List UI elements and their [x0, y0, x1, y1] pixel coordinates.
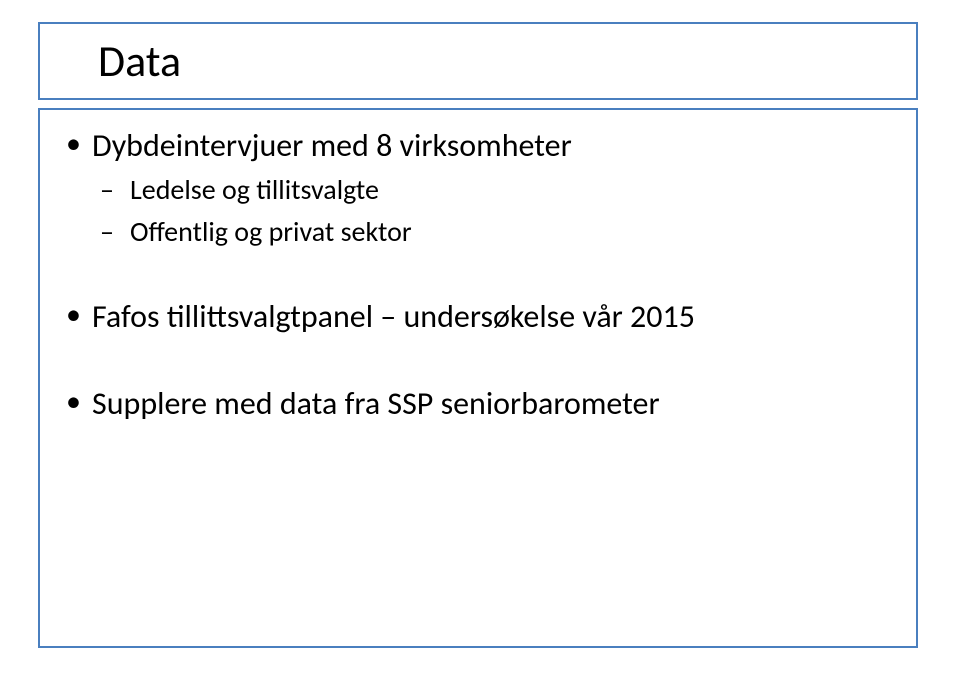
sub-bullet-item: Offentlig og privat sektor — [92, 213, 896, 251]
slide-title: Data — [98, 37, 181, 85]
content-box: Dybdeintervjuer med 8 virksomheter Ledel… — [38, 108, 918, 648]
sub-bullet-text: Offentlig og privat sektor — [130, 214, 412, 249]
bullet-item: Dybdeintervjuer med 8 virksomheter Ledel… — [60, 124, 896, 251]
sub-bullet-list: Ledelse og tillitsvalgte Offentlig og pr… — [92, 171, 896, 251]
bullet-list: Dybdeintervjuer med 8 virksomheter Ledel… — [60, 124, 896, 425]
spacer — [60, 344, 896, 382]
bullet-text: Fafos tillittsvalgtpanel – undersøkelse … — [92, 297, 695, 336]
spacer — [60, 257, 896, 295]
bullet-item: Supplere med data fra SSP seniorbaromete… — [60, 382, 896, 425]
bullet-text: Supplere med data fra SSP seniorbaromete… — [92, 384, 660, 423]
title-box: Data — [38, 22, 918, 100]
bullet-item: Fafos tillittsvalgtpanel – undersøkelse … — [60, 295, 896, 338]
slide: Data Dybdeintervjuer med 8 virksomheter … — [0, 0, 959, 683]
sub-bullet-item: Ledelse og tillitsvalgte — [92, 171, 896, 209]
bullet-text: Dybdeintervjuer med 8 virksomheter — [92, 126, 572, 165]
sub-bullet-text: Ledelse og tillitsvalgte — [130, 172, 379, 207]
